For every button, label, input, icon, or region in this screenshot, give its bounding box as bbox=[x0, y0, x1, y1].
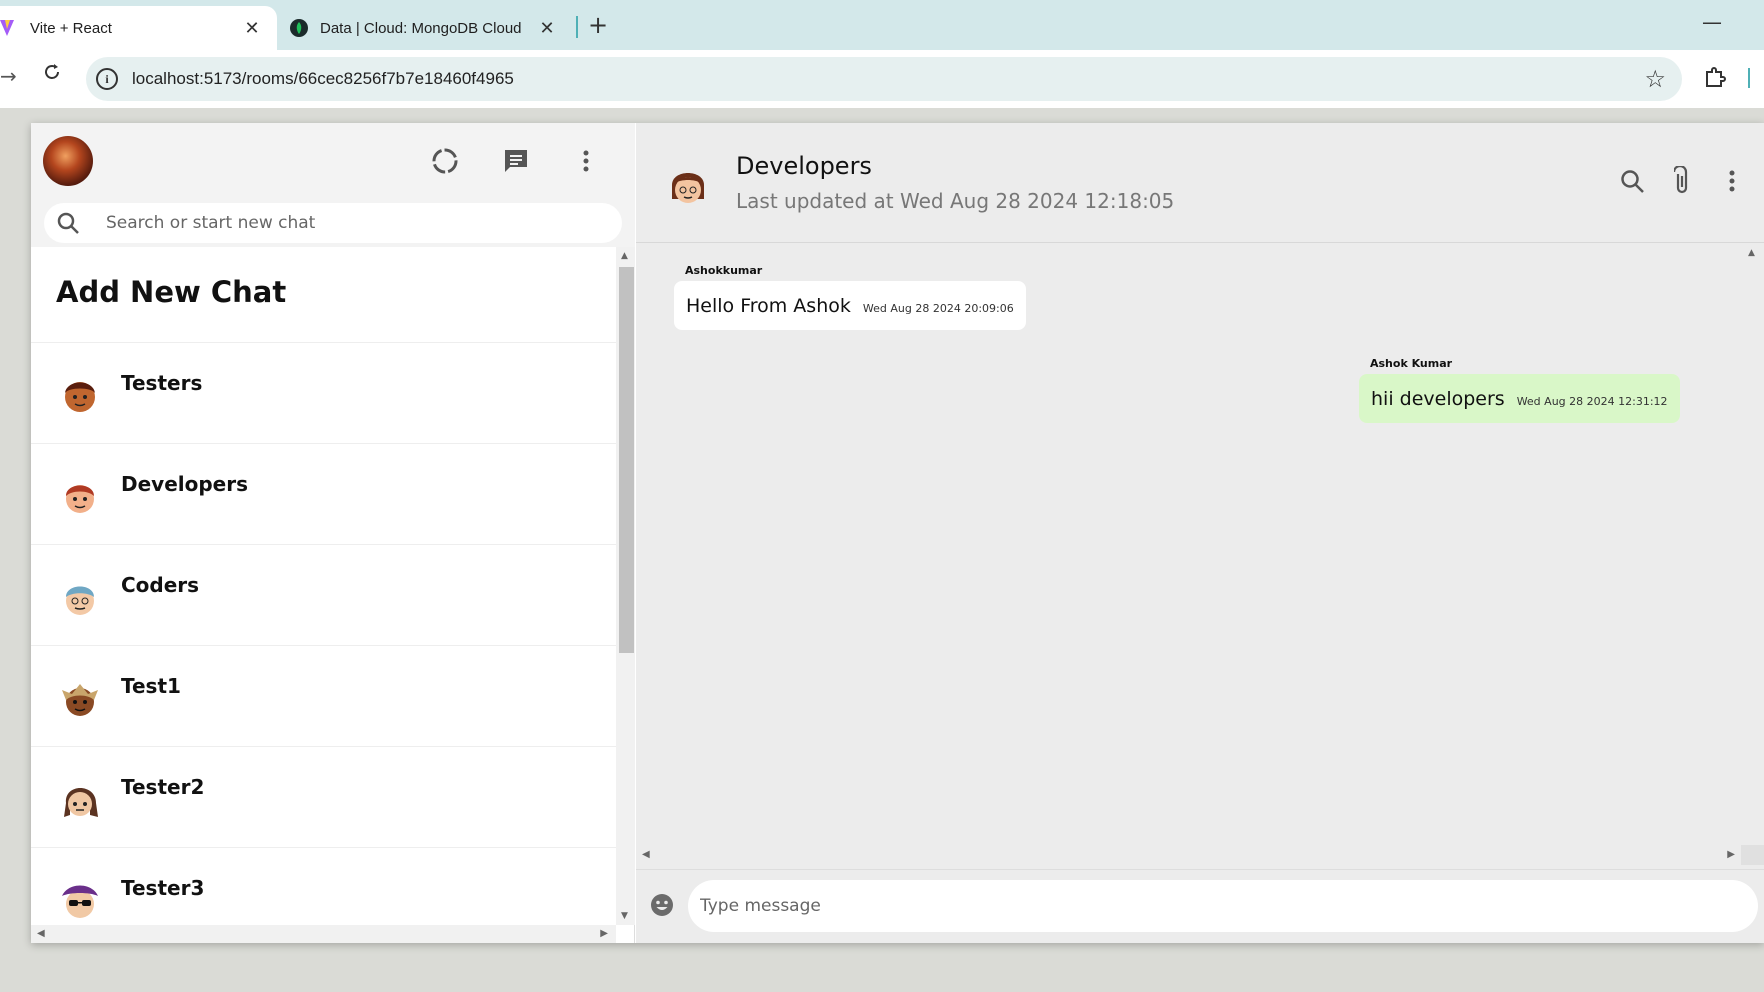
room-avatar bbox=[58, 878, 102, 922]
room-name: Tester3 bbox=[121, 876, 205, 900]
room-avatar[interactable] bbox=[666, 163, 710, 211]
chat-app-window: Search or start new chat Add New Chat Te… bbox=[31, 123, 1764, 943]
room-item-coders[interactable]: Coders bbox=[31, 545, 616, 646]
room-name: Tester2 bbox=[121, 775, 205, 799]
mongodb-leaf-icon bbox=[290, 19, 308, 37]
room-item-tester3[interactable]: Tester3 bbox=[31, 848, 616, 925]
reload-icon[interactable] bbox=[42, 62, 62, 82]
sidebar-search-area: Search or start new chat bbox=[31, 199, 635, 247]
menu-dots-icon[interactable] bbox=[1716, 165, 1748, 197]
sidebar-horizontal-scrollbar[interactable]: ◀ ▶ bbox=[31, 925, 616, 943]
vite-logo-icon bbox=[0, 19, 18, 37]
chat-header: Developers Last updated at Wed Aug 28 20… bbox=[636, 123, 1764, 243]
room-name: Coders bbox=[121, 573, 200, 597]
message-sender: Ashokkumar bbox=[685, 264, 763, 277]
room-name: Test1 bbox=[121, 674, 181, 698]
message-bubble: hii developers Wed Aug 28 2024 12:31:12 bbox=[1359, 374, 1680, 423]
tab-title: Vite + React bbox=[30, 19, 112, 37]
sidebar-vertical-scrollbar[interactable]: ▲ ▼ bbox=[616, 247, 635, 925]
room-avatar bbox=[58, 777, 102, 821]
message-input[interactable] bbox=[688, 880, 1758, 932]
room-list: Add New Chat Testers Developers Coders T… bbox=[31, 247, 616, 925]
attach-file-icon[interactable] bbox=[1666, 165, 1698, 197]
status-icon[interactable] bbox=[429, 145, 461, 177]
message-incoming: Ashokkumar Hello From Ashok Wed Aug 28 2… bbox=[674, 264, 1026, 330]
scrollbar-thumb[interactable] bbox=[619, 267, 634, 653]
address-url: localhost:5173/rooms/66cec8256f7b7e18460… bbox=[132, 69, 514, 88]
scroll-left-arrow-icon[interactable]: ◀ bbox=[642, 849, 650, 860]
chat-horizontal-scrollbar[interactable]: ◀ ▶ bbox=[636, 845, 1741, 865]
search-placeholder: Search or start new chat bbox=[106, 213, 316, 233]
room-name: Developers bbox=[121, 472, 249, 496]
scroll-up-arrow-icon[interactable]: ▲ bbox=[1748, 248, 1755, 258]
add-new-chat-button[interactable]: Add New Chat bbox=[31, 247, 616, 343]
chat-last-updated: Last updated at Wed Aug 28 2024 12:18:05 bbox=[736, 189, 1175, 213]
bookmark-star-icon[interactable]: ☆ bbox=[1644, 65, 1666, 93]
browser-tab-active[interactable]: Vite + React ✕ bbox=[0, 6, 277, 50]
message-sender: Ashok Kumar bbox=[1370, 357, 1453, 370]
address-bar[interactable]: i localhost:5173/rooms/66cec8256f7b7e184… bbox=[86, 57, 1682, 101]
room-item-test1[interactable]: Test1 bbox=[31, 646, 616, 747]
message-timestamp: Wed Aug 28 2024 12:31:12 bbox=[1516, 395, 1668, 408]
window-minimize-button[interactable]: — bbox=[1702, 10, 1722, 34]
sidebar-divider bbox=[1748, 68, 1750, 88]
chat-room-title: Developers bbox=[736, 152, 872, 180]
new-chat-icon[interactable] bbox=[500, 145, 532, 177]
message-timestamp: Wed Aug 28 2024 20:09:06 bbox=[862, 302, 1014, 315]
user-avatar[interactable] bbox=[43, 136, 93, 186]
message-bubble: Hello From Ashok Wed Aug 28 2024 20:09:0… bbox=[674, 281, 1026, 330]
chat-vertical-scrollbar[interactable]: ▲ ▼ bbox=[1741, 244, 1764, 867]
scroll-down-arrow-icon[interactable]: ▼ bbox=[621, 911, 628, 921]
chat-messages: Ashokkumar Hello From Ashok Wed Aug 28 2… bbox=[636, 244, 1764, 869]
sidebar: Search or start new chat Add New Chat Te… bbox=[31, 123, 635, 943]
room-avatar bbox=[58, 575, 102, 619]
site-info-icon[interactable]: i bbox=[96, 68, 118, 90]
message-text: Hello From Ashok bbox=[686, 295, 851, 317]
scrollbar-corner bbox=[1741, 845, 1764, 865]
room-item-tester2[interactable]: Tester2 bbox=[31, 747, 616, 848]
scroll-left-arrow-icon[interactable]: ◀ bbox=[37, 928, 45, 939]
tab-title: Data | Cloud: MongoDB Cloud bbox=[320, 19, 522, 37]
scroll-up-arrow-icon[interactable]: ▲ bbox=[621, 251, 628, 261]
close-tab-icon[interactable]: ✕ bbox=[241, 17, 263, 39]
message-text: hii developers bbox=[1371, 388, 1505, 410]
room-avatar bbox=[58, 676, 102, 720]
search-icon bbox=[56, 211, 80, 235]
chat-footer bbox=[636, 869, 1764, 943]
chat-panel: Developers Last updated at Wed Aug 28 20… bbox=[636, 123, 1764, 943]
room-avatar bbox=[58, 474, 102, 518]
new-tab-button[interactable]: + bbox=[585, 11, 611, 39]
forward-arrow-icon[interactable]: → bbox=[0, 64, 17, 88]
scroll-right-arrow-icon[interactable]: ▶ bbox=[1727, 849, 1735, 860]
tab-separator bbox=[576, 16, 578, 38]
extensions-puzzle-icon[interactable] bbox=[1704, 66, 1726, 88]
scroll-right-arrow-icon[interactable]: ▶ bbox=[600, 928, 608, 939]
room-item-testers[interactable]: Testers bbox=[31, 343, 616, 444]
search-icon[interactable] bbox=[1616, 165, 1648, 197]
close-tab-icon[interactable]: ✕ bbox=[536, 17, 558, 39]
search-input[interactable]: Search or start new chat bbox=[44, 203, 622, 243]
room-item-developers[interactable]: Developers bbox=[31, 444, 616, 545]
browser-tab-inactive[interactable]: Data | Cloud: MongoDB Cloud ✕ bbox=[282, 6, 572, 50]
room-name: Testers bbox=[121, 371, 203, 395]
message-outgoing: Ashok Kumar hii developers Wed Aug 28 20… bbox=[1359, 357, 1680, 423]
room-avatar bbox=[58, 373, 102, 417]
emoji-icon[interactable] bbox=[650, 893, 674, 917]
menu-dots-icon[interactable] bbox=[570, 145, 602, 177]
sidebar-header bbox=[31, 123, 635, 199]
